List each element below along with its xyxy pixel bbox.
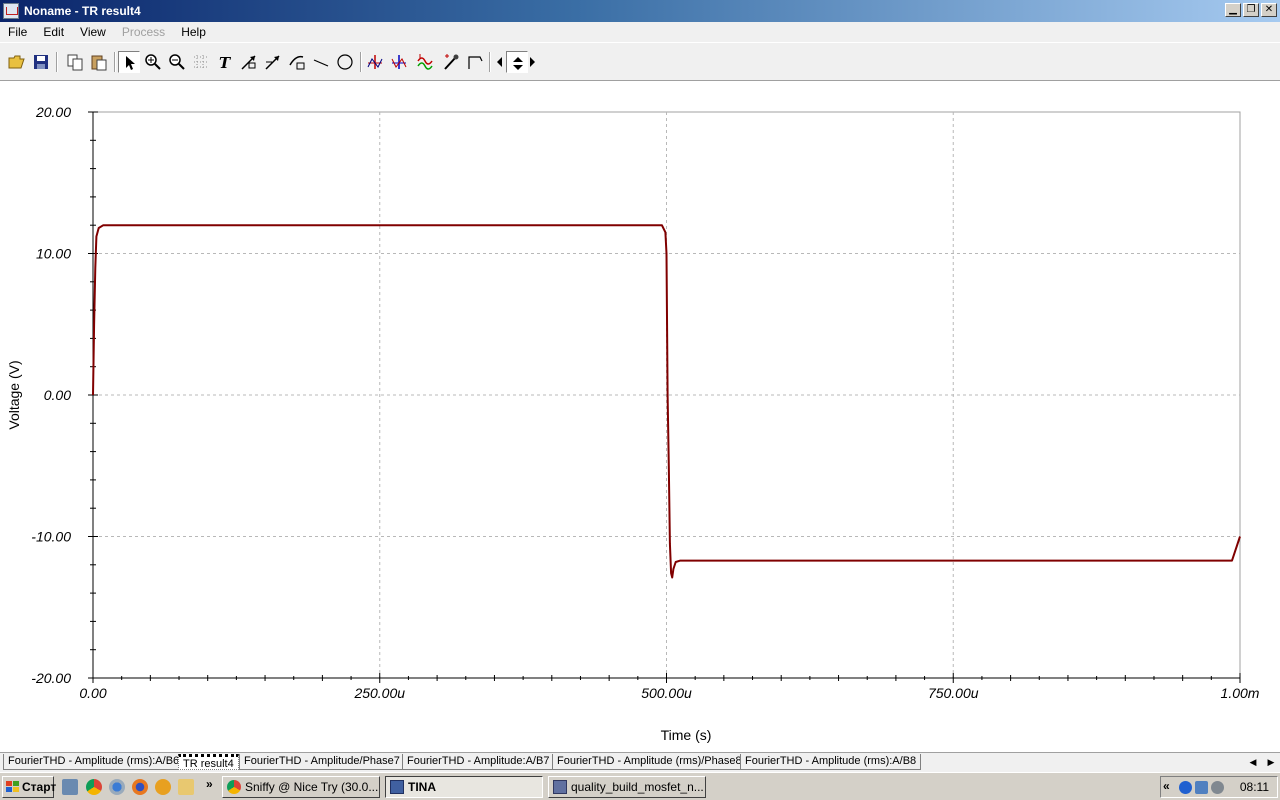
toolbar-separator — [114, 52, 116, 72]
cursor-a-icon[interactable] — [364, 51, 386, 73]
x-tick-label: 0.00 — [79, 685, 106, 701]
tab-fourier-amp-rms-ab6[interactable]: FourierTHD - Amplitude (rms):A/B6 — [3, 754, 185, 770]
tab-fourier-amp-rms-ab8[interactable]: FourierTHD - Amplitude (rms):A/B8 — [740, 754, 922, 770]
pointer-icon[interactable] — [118, 51, 140, 73]
network-icon[interactable] — [1195, 781, 1208, 794]
y-tick-label: 0.00 — [44, 387, 71, 403]
open-icon[interactable] — [6, 51, 28, 73]
toolbar-separator — [56, 52, 58, 72]
x-tick-label: 500.00u — [641, 685, 692, 701]
task-quality-build[interactable]: quality_build_mosfet_n... — [548, 776, 706, 798]
scroll-left-icon[interactable] — [494, 51, 506, 73]
start-label: Старт — [22, 780, 57, 794]
curve-icon[interactable] — [414, 51, 436, 73]
copy-icon[interactable] — [64, 51, 86, 73]
menu-view[interactable]: View — [72, 22, 114, 42]
x-tick-label: 1.00m — [1221, 685, 1260, 701]
menu-bar: File Edit View Process Help — [0, 22, 1280, 42]
marker-icon[interactable] — [440, 51, 462, 73]
schematic-icon — [553, 780, 567, 794]
circle-icon[interactable] — [334, 51, 356, 73]
voltage-time-chart[interactable]: 0.00 250.00u 500.00u 750.00u 1.00m 20.00 10.00… — [0, 82, 1280, 752]
task-tina[interactable]: TINA — [385, 776, 543, 798]
minimize-button[interactable]: ▁ — [1225, 3, 1241, 17]
plot-area[interactable]: 0.00 250.00u 500.00u 750.00u 1.00m 20.00 10.00… — [0, 82, 1280, 752]
menu-edit[interactable]: Edit — [35, 22, 72, 42]
x-tick-label: 250.00u — [353, 685, 405, 701]
tray-expand-icon[interactable]: « — [1163, 779, 1173, 793]
arrow-line-icon[interactable] — [238, 51, 260, 73]
y-tick-label: 10.00 — [36, 246, 71, 262]
y-tick-label: -20.00 — [31, 670, 71, 686]
svg-text:T: T — [219, 54, 232, 71]
task-label: Sniffy @ Nice Try (30.0... — [245, 780, 379, 794]
menu-help[interactable]: Help — [173, 22, 214, 42]
text-icon[interactable]: T — [214, 51, 236, 73]
toolbar-separator — [489, 52, 491, 72]
menu-process: Process — [121, 25, 166, 39]
more-icon[interactable]: » — [206, 777, 218, 793]
save-icon[interactable] — [30, 51, 52, 73]
menu-file[interactable]: File — [0, 22, 35, 42]
zoom-in-icon[interactable] — [142, 51, 164, 73]
scroll-right-icon[interactable] — [528, 51, 540, 73]
system-tray: « 08:11 — [1160, 776, 1278, 798]
tab-scroll-right-icon[interactable]: ▶ — [1264, 756, 1278, 770]
tab-fourier-amp-ab7[interactable]: FourierTHD - Amplitude:A/B7 — [402, 754, 555, 770]
tab-fourier-amp-phase7[interactable]: FourierTHD - Amplitude/Phase7 — [239, 754, 405, 770]
tina-icon — [390, 780, 404, 794]
arrow-box-icon[interactable] — [286, 51, 308, 73]
chrome-icon — [227, 780, 241, 794]
windows-logo-icon — [6, 781, 19, 792]
x-tick-label: 750.00u — [928, 685, 979, 701]
axis-icon[interactable] — [464, 51, 486, 73]
chrome-icon[interactable] — [86, 779, 102, 795]
close-button[interactable]: ✕ — [1261, 3, 1277, 17]
result-tab-bar: FourierTHD - Amplitude (rms):A/B6 TR res… — [0, 752, 1280, 772]
tab-tr-result4[interactable]: TR result4 — [178, 754, 239, 770]
arrow-line-2-icon[interactable] — [262, 51, 284, 73]
bluetooth-icon[interactable] — [1179, 781, 1192, 794]
task-sniffy[interactable]: Sniffy @ Nice Try (30.0... — [222, 776, 380, 798]
title-bar: Noname - TR result4 ▁ ❐ ✕ — [0, 0, 1280, 22]
browser-icon[interactable] — [109, 779, 125, 795]
line-icon[interactable] — [310, 51, 332, 73]
clock: 08:11 — [1239, 780, 1269, 794]
firefox-icon[interactable] — [132, 779, 148, 795]
volume-icon[interactable] — [1211, 781, 1224, 794]
y-tick-label: -10.00 — [31, 529, 71, 545]
taskbar: Старт » Sniffy @ Nice Try (30.0... TINA … — [0, 772, 1280, 800]
toolbar: T — [0, 43, 1280, 81]
zoom-out-icon[interactable] — [166, 51, 188, 73]
window-controls: ▁ ❐ ✕ — [1225, 3, 1277, 17]
task-label: TINA — [408, 780, 436, 794]
cursor-b-icon[interactable] — [388, 51, 410, 73]
toolbar-separator — [360, 52, 362, 72]
folder-icon[interactable] — [178, 779, 194, 795]
restore-button[interactable]: ❐ — [1243, 3, 1259, 17]
y-axis-label: Voltage (V) — [6, 360, 22, 429]
media-player-icon[interactable] — [155, 779, 171, 795]
tab-scroll-left-icon[interactable]: ◀ — [1246, 756, 1260, 770]
y-tick-label: 20.00 — [35, 104, 71, 120]
show-desktop-icon[interactable] — [62, 779, 78, 795]
paste-icon[interactable] — [88, 51, 110, 73]
start-button[interactable]: Старт — [2, 776, 57, 798]
scroll-updown-icon[interactable] — [506, 51, 528, 73]
grid-icon[interactable] — [190, 51, 212, 73]
tab-fourier-amp-rms-phase8[interactable]: FourierTHD - Amplitude (rms)/Phase8 — [552, 754, 747, 770]
window-title: Noname - TR result4 — [24, 4, 141, 18]
task-label: quality_build_mosfet_n... — [571, 780, 704, 794]
app-icon[interactable] — [3, 3, 19, 19]
x-axis-label: Time (s) — [661, 727, 712, 743]
